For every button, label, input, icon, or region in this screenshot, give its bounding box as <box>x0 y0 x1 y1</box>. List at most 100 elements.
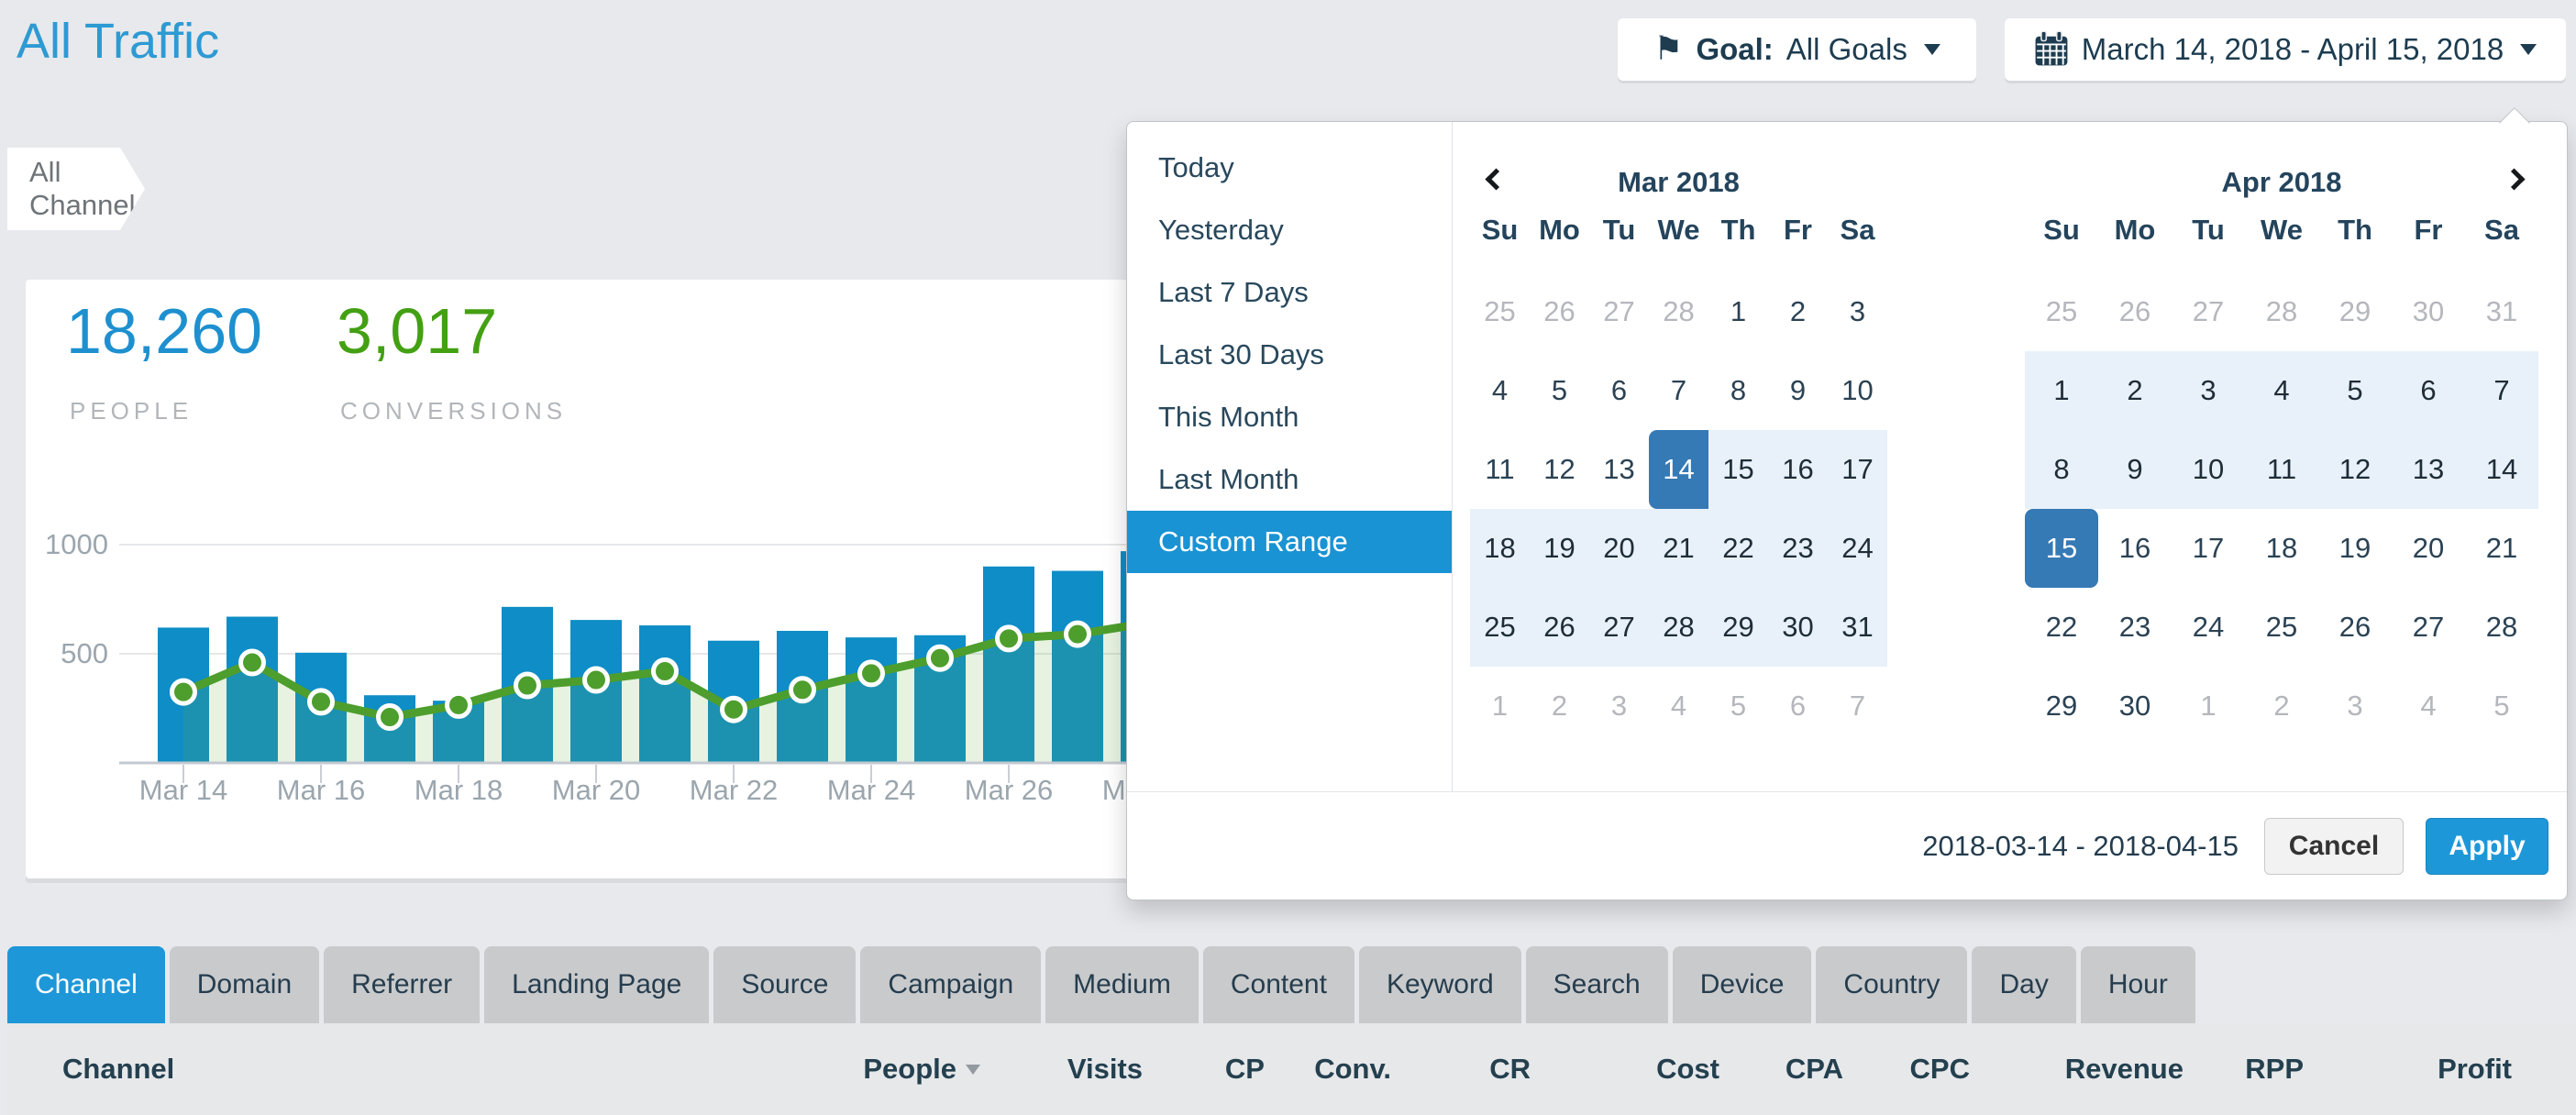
day-cell-30[interactable]: 30 <box>2098 667 2172 745</box>
day-cell-25[interactable]: 25 <box>2025 272 2098 351</box>
day-cell-11[interactable]: 11 <box>2245 430 2318 509</box>
day-cell-12[interactable]: 12 <box>1530 430 1589 509</box>
column-header-visits[interactable]: Visits <box>980 1053 1143 1086</box>
day-cell-18[interactable]: 18 <box>2245 509 2318 588</box>
day-cell-27[interactable]: 27 <box>1589 272 1649 351</box>
column-header-cpa[interactable]: CPA <box>1719 1053 1843 1086</box>
day-cell-5[interactable]: 5 <box>2318 351 2392 430</box>
preset-yesterday[interactable]: Yesterday <box>1127 199 1452 261</box>
tab-domain[interactable]: Domain <box>170 946 319 1023</box>
tab-channel[interactable]: Channel <box>7 946 165 1023</box>
day-cell-30[interactable]: 30 <box>2392 272 2465 351</box>
day-cell-4[interactable]: 4 <box>1470 351 1530 430</box>
day-cell-28[interactable]: 28 <box>1649 272 1708 351</box>
tab-keyword[interactable]: Keyword <box>1359 946 1521 1023</box>
day-cell-11[interactable]: 11 <box>1470 430 1530 509</box>
day-cell-27[interactable]: 27 <box>2392 588 2465 667</box>
day-cell-15[interactable]: 15 <box>2025 509 2098 588</box>
day-cell-28[interactable]: 28 <box>2465 588 2538 667</box>
day-cell-3[interactable]: 3 <box>2172 351 2245 430</box>
day-cell-16[interactable]: 16 <box>1768 430 1828 509</box>
preset-custom-range[interactable]: Custom Range <box>1127 511 1452 573</box>
date-range-button[interactable]: March 14, 2018 - April 15, 2018 <box>2005 18 2566 81</box>
tab-referrer[interactable]: Referrer <box>324 946 480 1023</box>
day-cell-10[interactable]: 10 <box>2172 430 2245 509</box>
day-cell-6[interactable]: 6 <box>1768 667 1828 745</box>
day-cell-6[interactable]: 6 <box>2392 351 2465 430</box>
day-cell-16[interactable]: 16 <box>2098 509 2172 588</box>
day-cell-26[interactable]: 26 <box>1530 272 1589 351</box>
day-cell-14[interactable]: 14 <box>1649 430 1708 509</box>
day-cell-25[interactable]: 25 <box>1470 588 1530 667</box>
day-cell-18[interactable]: 18 <box>1470 509 1530 588</box>
day-cell-24[interactable]: 24 <box>1828 509 1887 588</box>
breadcrumb-all-channels[interactable]: All Channels <box>7 148 145 230</box>
tab-hour[interactable]: Hour <box>2081 946 2195 1023</box>
day-cell-27[interactable]: 27 <box>1589 588 1649 667</box>
day-cell-9[interactable]: 9 <box>1768 351 1828 430</box>
tab-day[interactable]: Day <box>1972 946 2075 1023</box>
day-cell-26[interactable]: 26 <box>2098 272 2172 351</box>
tab-search[interactable]: Search <box>1526 946 1668 1023</box>
tab-source[interactable]: Source <box>713 946 856 1023</box>
day-cell-31[interactable]: 31 <box>2465 272 2538 351</box>
column-header-people[interactable]: People <box>783 1053 980 1086</box>
day-cell-1[interactable]: 1 <box>1708 272 1768 351</box>
day-cell-15[interactable]: 15 <box>1708 430 1768 509</box>
day-cell-5[interactable]: 5 <box>2465 667 2538 745</box>
day-cell-12[interactable]: 12 <box>2318 430 2392 509</box>
day-cell-3[interactable]: 3 <box>1589 667 1649 745</box>
day-cell-20[interactable]: 20 <box>2392 509 2465 588</box>
day-cell-28[interactable]: 28 <box>2245 272 2318 351</box>
day-cell-6[interactable]: 6 <box>1589 351 1649 430</box>
day-cell-19[interactable]: 19 <box>2318 509 2392 588</box>
day-cell-21[interactable]: 21 <box>2465 509 2538 588</box>
day-cell-25[interactable]: 25 <box>2245 588 2318 667</box>
preset-last-7-days[interactable]: Last 7 Days <box>1127 261 1452 324</box>
column-header-cp[interactable]: CP <box>1143 1053 1265 1086</box>
day-cell-31[interactable]: 31 <box>1828 588 1887 667</box>
tab-content[interactable]: Content <box>1203 946 1354 1023</box>
day-cell-10[interactable]: 10 <box>1828 351 1887 430</box>
day-cell-13[interactable]: 13 <box>2392 430 2465 509</box>
day-cell-30[interactable]: 30 <box>1768 588 1828 667</box>
day-cell-8[interactable]: 8 <box>2025 430 2098 509</box>
day-cell-24[interactable]: 24 <box>2172 588 2245 667</box>
day-cell-1[interactable]: 1 <box>2025 351 2098 430</box>
cancel-button[interactable]: Cancel <box>2264 818 2404 875</box>
day-cell-26[interactable]: 26 <box>2318 588 2392 667</box>
day-cell-3[interactable]: 3 <box>1828 272 1887 351</box>
day-cell-2[interactable]: 2 <box>1530 667 1589 745</box>
tab-device[interactable]: Device <box>1673 946 1812 1023</box>
day-cell-4[interactable]: 4 <box>2245 351 2318 430</box>
preset-last-month[interactable]: Last Month <box>1127 448 1452 511</box>
day-cell-2[interactable]: 2 <box>2098 351 2172 430</box>
day-cell-8[interactable]: 8 <box>1708 351 1768 430</box>
day-cell-22[interactable]: 22 <box>2025 588 2098 667</box>
day-cell-26[interactable]: 26 <box>1530 588 1589 667</box>
day-cell-5[interactable]: 5 <box>1708 667 1768 745</box>
day-cell-2[interactable]: 2 <box>2245 667 2318 745</box>
day-cell-1[interactable]: 1 <box>2172 667 2245 745</box>
day-cell-7[interactable]: 7 <box>1649 351 1708 430</box>
tab-country[interactable]: Country <box>1816 946 1967 1023</box>
day-cell-17[interactable]: 17 <box>2172 509 2245 588</box>
column-header-revenue[interactable]: Revenue <box>1970 1053 2184 1086</box>
day-cell-4[interactable]: 4 <box>1649 667 1708 745</box>
day-cell-21[interactable]: 21 <box>1649 509 1708 588</box>
day-cell-13[interactable]: 13 <box>1589 430 1649 509</box>
column-header-rpp[interactable]: RPP <box>2184 1053 2304 1086</box>
day-cell-7[interactable]: 7 <box>2465 351 2538 430</box>
column-header-channel[interactable]: Channel <box>62 1053 783 1086</box>
day-cell-29[interactable]: 29 <box>1708 588 1768 667</box>
tab-campaign[interactable]: Campaign <box>860 946 1041 1023</box>
preset-last-30-days[interactable]: Last 30 Days <box>1127 324 1452 386</box>
day-cell-28[interactable]: 28 <box>1649 588 1708 667</box>
day-cell-9[interactable]: 9 <box>2098 430 2172 509</box>
day-cell-19[interactable]: 19 <box>1530 509 1589 588</box>
day-cell-5[interactable]: 5 <box>1530 351 1589 430</box>
day-cell-25[interactable]: 25 <box>1470 272 1530 351</box>
day-cell-4[interactable]: 4 <box>2392 667 2465 745</box>
day-cell-23[interactable]: 23 <box>1768 509 1828 588</box>
tab-medium[interactable]: Medium <box>1045 946 1199 1023</box>
